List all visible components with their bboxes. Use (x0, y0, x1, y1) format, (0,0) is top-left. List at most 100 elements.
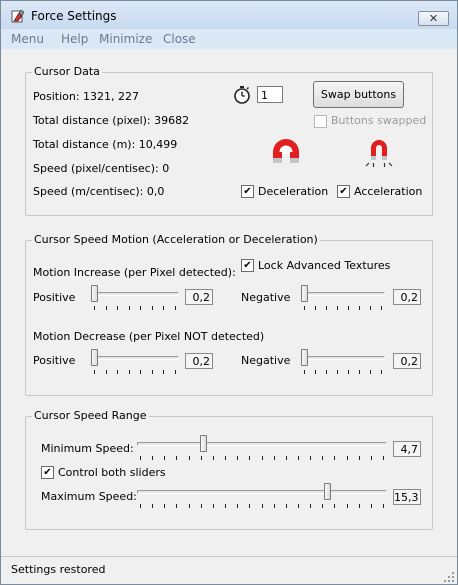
slider-tick (106, 306, 107, 310)
lock-textures-checkbox[interactable]: ✔ (241, 259, 254, 272)
title-bar: Force Settings ✕ (1, 1, 457, 29)
status-bar: Settings restored (1, 556, 457, 584)
slider-tick (262, 504, 263, 508)
slider-tick (176, 456, 177, 460)
slider-tick (371, 504, 372, 508)
slider-tick (274, 504, 275, 508)
resize-grip-icon[interactable] (443, 571, 455, 583)
slider-tick (249, 504, 250, 508)
slider-ticks (301, 370, 385, 374)
speed-m: Speed (m/centisec): 0,0 (33, 185, 165, 198)
slider-tick (94, 370, 95, 374)
control-both-checkbox[interactable]: ✔ (41, 466, 54, 479)
slider-tick (140, 370, 141, 374)
force-settings-window: Force Settings ✕ Menu Help Minimize Clos… (0, 0, 458, 585)
slider-thumb[interactable] (301, 349, 308, 366)
slider-ticks (137, 504, 387, 508)
slider-tick (117, 306, 118, 310)
slider-tick (164, 456, 165, 460)
slider-tick (315, 306, 316, 310)
slider-tick (310, 456, 311, 460)
slider-tick (201, 504, 202, 508)
slider-track (91, 356, 179, 360)
menu-item-minimize[interactable]: Minimize (99, 32, 152, 46)
slider-tick (383, 504, 384, 508)
slider-tick (322, 504, 323, 508)
slider-tick (348, 306, 349, 310)
slider-tick (129, 306, 130, 310)
inc-negative-label: Negative (241, 291, 291, 304)
slider-ticks (91, 370, 179, 374)
close-icon: ✕ (428, 12, 439, 25)
slider-tick (189, 456, 190, 460)
slider-thumb[interactable] (301, 285, 308, 302)
slider-tick (298, 456, 299, 460)
slider-tick (286, 504, 287, 508)
window-title: Force Settings (31, 9, 117, 23)
menu-bar: Menu Help Minimize Close (1, 29, 457, 49)
inc-negative-slider[interactable] (301, 284, 385, 312)
acceleration-label: Acceleration (354, 185, 423, 198)
slider-tick (326, 370, 327, 374)
max-speed-slider[interactable] (137, 482, 387, 510)
slider-thumb[interactable] (91, 285, 98, 302)
slider-thumb[interactable] (324, 483, 331, 500)
dec-positive-slider[interactable] (91, 348, 179, 376)
slider-tick (322, 456, 323, 460)
dec-negative-label: Negative (241, 354, 291, 367)
slider-tick (274, 456, 275, 460)
slider-tick (225, 456, 226, 460)
slider-tick (383, 456, 384, 460)
inc-positive-slider[interactable] (91, 284, 179, 312)
slider-tick (359, 306, 360, 310)
slider-tick (348, 370, 349, 374)
slider-tick (213, 456, 214, 460)
slider-tick (237, 504, 238, 508)
slider-tick (213, 504, 214, 508)
slider-tick (347, 504, 348, 508)
dec-negative-slider[interactable] (301, 348, 385, 376)
buttons-swapped-label: Buttons swapped (331, 114, 427, 127)
slider-tick (286, 456, 287, 460)
menu-item-close[interactable]: Close (163, 32, 196, 46)
slider-thumb[interactable] (91, 349, 98, 366)
slider-tick (370, 306, 371, 310)
slider-tick (106, 370, 107, 374)
slider-ticks (91, 306, 179, 310)
slider-tick (262, 456, 263, 460)
slider-tick (381, 370, 382, 374)
slider-tick (140, 456, 141, 460)
min-speed-slider[interactable] (137, 434, 387, 462)
slider-thumb[interactable] (200, 435, 207, 452)
slider-tick (304, 370, 305, 374)
acceleration-checkbox[interactable]: ✔ (337, 185, 350, 198)
magnet-deceleration-icon (273, 139, 299, 168)
inc-positive-label: Positive (33, 291, 76, 304)
menu-item-help[interactable]: Help (61, 32, 88, 46)
slider-tick (164, 504, 165, 508)
slider-tick (337, 370, 338, 374)
close-window-button[interactable]: ✕ (418, 11, 449, 26)
slider-tick (140, 306, 141, 310)
slider-tick (326, 306, 327, 310)
slider-tick (347, 456, 348, 460)
speed-pixel: Speed (pixel/centisec): 0 (33, 162, 170, 175)
slider-tick (175, 306, 176, 310)
slider-tick (176, 504, 177, 508)
timer-input[interactable]: 1 (257, 86, 283, 103)
swap-buttons-button[interactable]: Swap buttons (313, 81, 404, 108)
motion-increase-label: Motion Increase (per Pixel detected): (33, 266, 236, 279)
slider-tick (163, 306, 164, 310)
slider-tick (152, 370, 153, 374)
menu-item-menu[interactable]: Menu (11, 32, 44, 46)
slider-tick (152, 456, 153, 460)
slider-tick (298, 504, 299, 508)
motion-decrease-label: Motion Decrease (per Pixel NOT detected) (33, 330, 265, 343)
slider-tick (163, 370, 164, 374)
deceleration-checkbox[interactable]: ✔ (241, 185, 254, 198)
max-speed-label: Maximum Speed: (41, 490, 137, 503)
deceleration-label: Deceleration (258, 185, 329, 198)
total-distance-m: Total distance (m): 10,499 (33, 138, 178, 151)
total-distance-pixel: Total distance (pixel): 39682 (33, 114, 190, 127)
slider-track (137, 490, 387, 494)
